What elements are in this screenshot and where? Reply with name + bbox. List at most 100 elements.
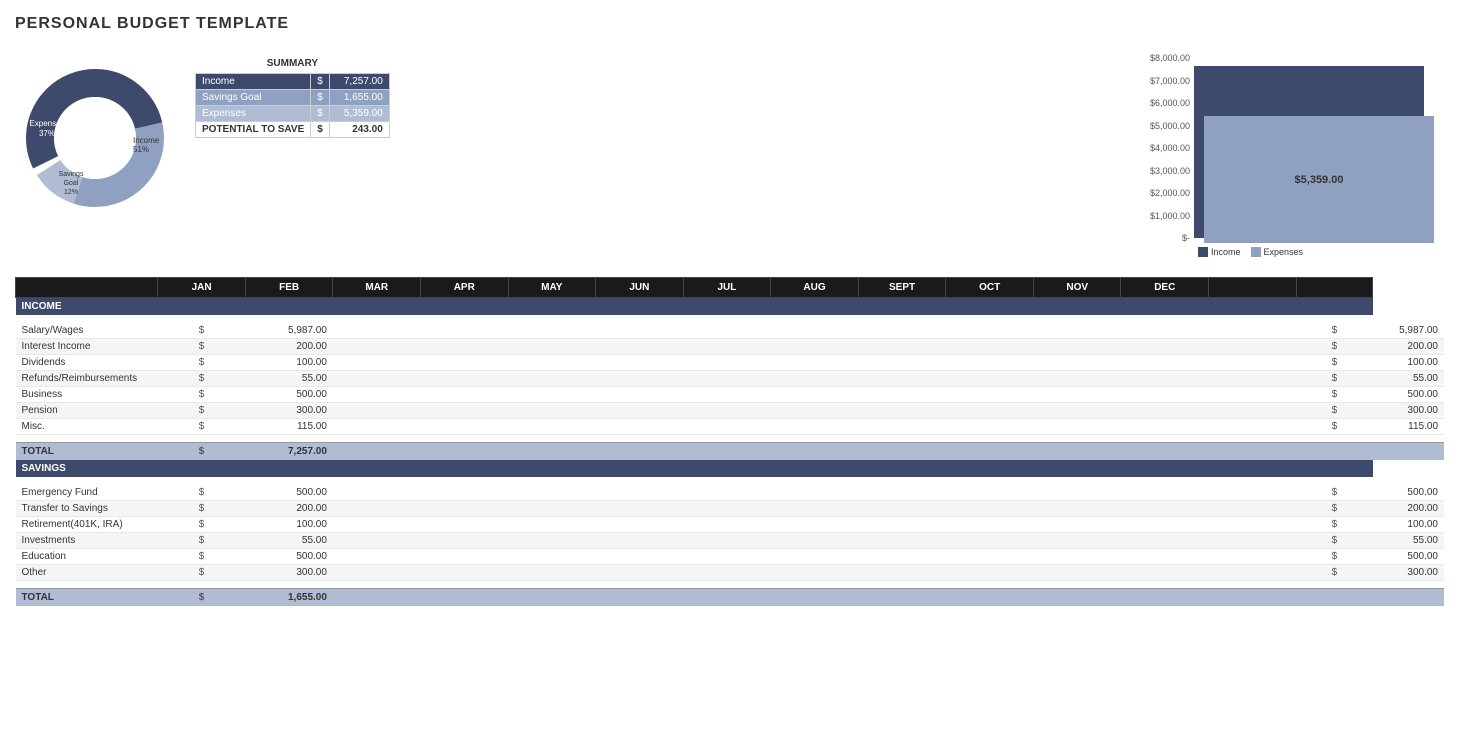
- income-ann-dollar-5: $: [1296, 403, 1373, 419]
- summary-income-label: Income: [196, 74, 311, 90]
- income-month-4-1: [333, 387, 421, 403]
- income-month-5-9: [1033, 403, 1121, 419]
- income-month-6-10: [1121, 419, 1209, 435]
- list-item: Refunds/Reimbursements $ 55.00$ 55.00: [16, 371, 1445, 387]
- savings-dollar-4: $: [158, 549, 246, 565]
- savings-month-5-7: [858, 565, 946, 581]
- income-total-row: TOTAL $ 7,257.00: [16, 443, 1445, 461]
- savings-month-5-6: [771, 565, 859, 581]
- list-item: Education $ 500.00$ 500.00: [16, 549, 1445, 565]
- income-month-1-3: [508, 339, 596, 355]
- summary-savings-label: Savings Goal: [196, 90, 311, 106]
- savings-ann-dollar-2: $: [1296, 517, 1373, 533]
- savings-month-2-5: [683, 517, 771, 533]
- svg-text:12%: 12%: [64, 189, 78, 196]
- income-month-6-6: [771, 419, 859, 435]
- header-dec: DEC: [1121, 278, 1209, 298]
- income-month-2-4: [596, 355, 684, 371]
- income-month-4-9: [1033, 387, 1121, 403]
- savings-month-1-1: [333, 501, 421, 517]
- savings-dollar-1: $: [158, 501, 246, 517]
- savings-month-1-7: [858, 501, 946, 517]
- savings-month-0-1: [333, 485, 421, 501]
- savings-jan-5: 300.00: [245, 565, 333, 581]
- income-label-6: Misc.: [16, 419, 158, 435]
- savings-dollar-2: $: [158, 517, 246, 533]
- y-label-7000: $7,000.00: [1134, 76, 1190, 86]
- savings-month-2-9: [1033, 517, 1121, 533]
- income-month-2-6: [771, 355, 859, 371]
- summary-expenses-label: Expenses: [196, 106, 311, 122]
- income-month-3-1: [333, 371, 421, 387]
- savings-annual-5: 300.00: [1373, 565, 1444, 581]
- summary-expenses-value: 5,359.00: [329, 106, 389, 122]
- income-month-0-3: [508, 323, 596, 339]
- savings-month-2-8: [946, 517, 1034, 533]
- summary-table: Income $ 7,257.00 Savings Goal $ 1,655.0…: [195, 73, 390, 138]
- page-title: PERSONAL BUDGET TEMPLATE: [15, 15, 1444, 33]
- savings-section-header: SAVINGS: [16, 460, 1445, 477]
- income-month-4-4: [596, 387, 684, 403]
- list-item: Transfer to Savings $ 200.00$ 200.00: [16, 501, 1445, 517]
- summary-income-row: Income $ 7,257.00: [196, 74, 390, 90]
- savings-dollar-3: $: [158, 533, 246, 549]
- income-annual-5: 300.00: [1373, 403, 1444, 419]
- chart-legend: Income Expenses: [1198, 247, 1444, 257]
- savings-month-1-8: [946, 501, 1034, 517]
- savings-month-2-6: [771, 517, 859, 533]
- savings-ann-dollar-0: $: [1296, 485, 1373, 501]
- expenses-legend-dot: [1251, 247, 1261, 257]
- savings-month-3-7: [858, 533, 946, 549]
- savings-month-5-8: [946, 565, 1034, 581]
- savings-annual-2: 100.00: [1373, 517, 1444, 533]
- savings-total-label: TOTAL: [16, 589, 158, 607]
- savings-total-row: TOTAL $ 1,655.00: [16, 589, 1445, 607]
- savings-month-5-2: [420, 565, 508, 581]
- income-jan-6: 115.00: [245, 419, 333, 435]
- income-ann-dollar-2: $: [1296, 355, 1373, 371]
- income-dollar-5: $: [158, 403, 246, 419]
- header-feb: FEB: [245, 278, 333, 298]
- income-ann-dollar-6: $: [1296, 419, 1373, 435]
- income-annual-0: 5,987.00: [1373, 323, 1444, 339]
- list-item: Emergency Fund $ 500.00$ 500.00: [16, 485, 1445, 501]
- y-label-6000: $6,000.00: [1134, 98, 1190, 108]
- list-item: Investments $ 55.00$ 55.00: [16, 533, 1445, 549]
- income-month-2-9: [1033, 355, 1121, 371]
- income-ann-dollar-0: $: [1296, 323, 1373, 339]
- y-label-5000: $5,000.00: [1134, 121, 1190, 131]
- income-jan-2: 100.00: [245, 355, 333, 371]
- income-month-3-11: [1209, 371, 1297, 387]
- savings-month-1-6: [771, 501, 859, 517]
- savings-jan-3: 55.00: [245, 533, 333, 549]
- income-month-3-3: [508, 371, 596, 387]
- income-month-0-5: [683, 323, 771, 339]
- savings-label-0: Emergency Fund: [16, 485, 158, 501]
- savings-label-5: Other: [16, 565, 158, 581]
- income-jan-0: 5,987.00: [245, 323, 333, 339]
- savings-month-2-2: [420, 517, 508, 533]
- income-label-5: Pension: [16, 403, 158, 419]
- savings-annual-0: 500.00: [1373, 485, 1444, 501]
- savings-month-3-11: [1209, 533, 1297, 549]
- income-month-4-3: [508, 387, 596, 403]
- income-dollar-0: $: [158, 323, 246, 339]
- bar-expenses: $5,359.00: [1204, 116, 1434, 243]
- income-month-3-7: [858, 371, 946, 387]
- header-aug: AUG: [771, 278, 859, 298]
- income-label-1: Interest Income: [16, 339, 158, 355]
- savings-jan-0: 500.00: [245, 485, 333, 501]
- savings-ann-dollar-1: $: [1296, 501, 1373, 517]
- income-month-4-10: [1121, 387, 1209, 403]
- savings-month-4-9: [1033, 549, 1121, 565]
- income-month-1-5: [683, 339, 771, 355]
- budget-table-wrapper: JAN FEB MAR APR MAY JUN JUL AUG SEPT OCT…: [15, 277, 1444, 606]
- savings-month-5-9: [1033, 565, 1121, 581]
- income-jan-4: 500.00: [245, 387, 333, 403]
- savings-month-1-9: [1033, 501, 1121, 517]
- header-oct: OCT: [946, 278, 1034, 298]
- savings-month-3-1: [333, 533, 421, 549]
- income-month-0-2: [420, 323, 508, 339]
- income-month-0-8: [946, 323, 1034, 339]
- savings-month-4-10: [1121, 549, 1209, 565]
